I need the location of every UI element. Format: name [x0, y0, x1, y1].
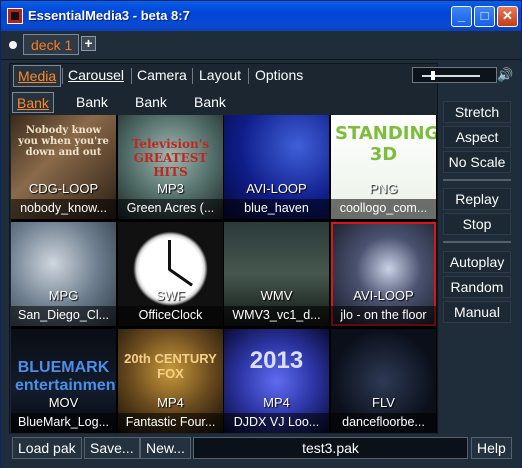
media-name-label: Fantastic Four... — [118, 413, 223, 433]
media-name-label: DJDX VJ Loo... — [224, 413, 329, 433]
random-button[interactable]: Random — [443, 276, 511, 298]
replay-button[interactable]: Replay — [443, 188, 511, 210]
deck-tab[interactable]: deck 1 — [23, 34, 79, 55]
tab-carousel[interactable]: Carousel — [64, 65, 128, 87]
tab-layout[interactable]: Layout — [195, 65, 245, 87]
media-name-label: jlo - on the floor — [331, 306, 436, 326]
media-type-label: MP4 — [263, 395, 290, 410]
aspect-button[interactable]: Aspect — [443, 126, 511, 148]
tab-options[interactable]: Options — [251, 65, 307, 87]
media-type-label: MOV — [48, 395, 79, 410]
media-tile[interactable]: AVI-LOOP jlo - on the floor — [331, 222, 436, 326]
media-tile[interactable]: AVI-LOOP blue_haven — [224, 115, 329, 219]
media-tile[interactable]: SWF OfficeClock — [118, 222, 223, 326]
media-name-label: Green Acres (... — [118, 199, 223, 219]
media-tile[interactable]: 20th CENTURY FOX MP4 Fantastic Four... — [118, 329, 223, 433]
add-deck-button[interactable]: + — [81, 36, 96, 51]
media-tile[interactable]: STANDING 3D PNG coollogo_com... — [331, 115, 436, 219]
new-button[interactable]: New... — [140, 437, 191, 459]
media-type-label: CDG-LOOP — [28, 181, 99, 196]
media-tile[interactable]: Nobody know you when you're down and out… — [11, 115, 116, 219]
media-type-label: MP4 — [157, 395, 184, 410]
media-name-label: dancefloorbe... — [331, 413, 436, 433]
thumbnail-art-text: 2013 — [249, 347, 304, 374]
help-button[interactable]: Help — [471, 437, 512, 459]
deck-status-dot-icon — [9, 41, 17, 49]
thumbnail-art-text: BLUEMARK entertainment — [15, 359, 116, 394]
media-grid: Nobody know you when you're down and out… — [11, 115, 437, 433]
tab-bank-1[interactable]: Bank 1 — [12, 92, 54, 131]
media-name-label: coollogo_com... — [331, 199, 436, 219]
app-icon[interactable] — [7, 8, 23, 24]
media-type-label: MPG — [48, 288, 79, 303]
deck-bar — [1, 31, 521, 60]
window-title: EssentialMedia3 - beta 8:7 — [28, 8, 190, 23]
media-tile[interactable]: 2013 MP4 DJDX VJ Loo... — [224, 329, 329, 433]
media-type-label: SWF — [156, 288, 185, 303]
thumbnail-art-text: STANDING 3D — [335, 123, 436, 165]
media-name-label: OfficeClock — [118, 306, 223, 326]
tab-separator — [62, 68, 63, 84]
tab-separator — [248, 68, 249, 84]
tab-media[interactable]: Media — [13, 65, 62, 87]
tab-separator — [131, 68, 132, 84]
stop-button[interactable]: Stop — [443, 213, 511, 235]
volume-thumb[interactable] — [431, 71, 435, 80]
pak-filename: test3.pak — [193, 437, 468, 459]
tab-bank-3[interactable]: Bank 3 — [131, 92, 171, 130]
media-type-label: AVI-LOOP — [246, 181, 307, 196]
media-type-label: WMV — [260, 288, 293, 303]
media-type-label: AVI-LOOP — [353, 288, 414, 303]
media-type-label: PNG — [369, 181, 398, 196]
minimize-button[interactable]: _ — [451, 6, 472, 27]
tab-bank-4[interactable]: Bank 4 — [190, 92, 230, 130]
media-tile[interactable]: MPG San_Diego_Cl... — [11, 222, 116, 326]
media-name-label: blue_haven — [224, 199, 329, 219]
stretch-button[interactable]: Stretch — [443, 101, 511, 123]
no-scale-button[interactable]: No Scale — [443, 151, 511, 173]
maximize-button[interactable]: □ — [474, 6, 495, 27]
media-type-label: MP3 — [157, 181, 184, 196]
media-tile[interactable]: Television's GREATEST HITS MP3 Green Acres… — [118, 115, 223, 219]
media-name-label: San_Diego_Cl... — [11, 306, 116, 326]
clock-hand-icon — [168, 268, 193, 287]
media-tile[interactable]: WMV WMV3_vc1_d... — [224, 222, 329, 326]
tab-separator — [192, 68, 193, 84]
app-window: EssentialMedia3 - beta 8:7 _ □ ✕ deck 1 … — [0, 0, 522, 468]
load-pak-button[interactable]: Load pak — [12, 437, 82, 459]
thumbnail-art-text: Television's GREATEST HITS — [131, 137, 210, 179]
sidebar-divider — [443, 241, 511, 243]
thumbnail-art-text: 20th CENTURY FOX — [124, 351, 217, 381]
close-button[interactable]: ✕ — [497, 6, 518, 27]
media-type-label: FLV — [372, 395, 395, 410]
media-name-label: nobody_know... — [11, 199, 116, 219]
sidebar-divider — [443, 179, 511, 181]
manual-button[interactable]: Manual — [443, 301, 511, 323]
media-name-label: WMV3_vc1_d... — [224, 306, 329, 326]
clock-hand-icon — [168, 240, 171, 270]
autoplay-button[interactable]: Autoplay — [443, 251, 511, 273]
tab-bank-2[interactable]: Bank 2 — [72, 92, 112, 130]
tab-camera[interactable]: Camera — [133, 65, 191, 87]
thumbnail-art-text: Nobody know you when you're down and out — [18, 125, 109, 158]
title-bar[interactable]: EssentialMedia3 - beta 8:7 _ □ ✕ — [1, 1, 521, 31]
media-tile[interactable]: FLV dancefloorbe... — [331, 329, 436, 433]
volume-slider[interactable] — [412, 67, 497, 83]
media-name-label: BlueMark_Log... — [11, 413, 116, 433]
media-tile[interactable]: BLUEMARK entertainment MOV BlueMark_Log... — [11, 329, 116, 433]
save-button[interactable]: Save... — [84, 437, 140, 459]
speaker-icon[interactable]: 🔊 — [497, 67, 513, 83]
